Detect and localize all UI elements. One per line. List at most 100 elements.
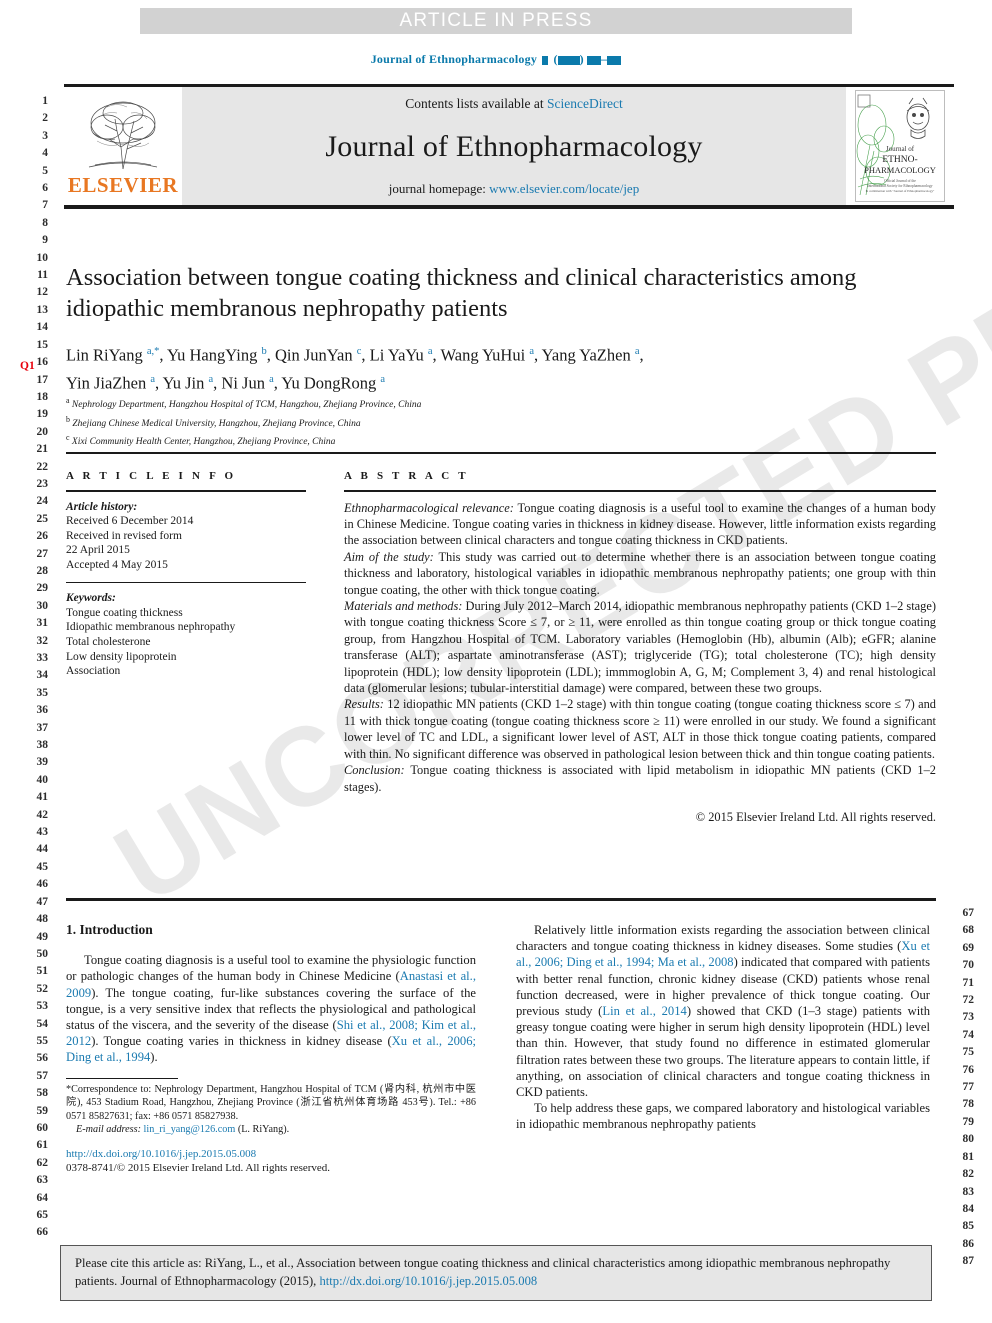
author-block-divider [66,452,936,454]
svg-text:Official Journal of the: Official Journal of the [884,179,916,183]
sciencedirect-link[interactable]: ScienceDirect [547,96,623,111]
doi-link[interactable]: http://dx.doi.org/10.1016/j.jep.2015.05.… [66,1148,256,1160]
line-number: 52 [36,982,49,995]
line-number: 15 [36,338,49,351]
svg-text:International Society for Ethn: International Society for Ethnopharmacol… [867,184,932,188]
line-number: 56 [36,1052,49,1065]
line-number: 62 [36,1156,49,1169]
line-number: 81 [962,1150,975,1163]
line-number: 58 [36,1087,49,1100]
line-number: 83 [962,1185,975,1198]
line-number: 26 [36,530,49,543]
line-number: 36 [36,704,49,717]
line-number: 27 [36,547,49,560]
abstract-copyright: © 2015 Elsevier Ireland Ltd. All rights … [695,809,936,824]
line-number: 50 [36,947,49,960]
journal-cover-icon: Journal of ETHNO- PHARMACOLOGY Official … [855,90,945,202]
affiliation-mark: a [66,396,70,405]
keywords-block: Keywords: Tongue coating thickness Idiop… [66,591,306,679]
issn-copyright-line: 0378-8741/© 2015 Elsevier Ireland Ltd. A… [66,1162,331,1175]
citation-link[interactable]: Anastasi et al., 2009 [66,969,476,999]
introduction-right-column: Relatively little information exists reg… [516,922,930,1133]
line-number: 44 [36,843,49,856]
line-number: 53 [36,1000,49,1013]
line-number: 64 [36,1191,49,1204]
abstract-section: Ethnopharmacological relevance: Tongue c… [344,500,936,549]
citation-link[interactable]: Xu et al., 2006; Ding et al., 1994 [66,1034,476,1064]
abstract-section-label: Aim of the study: [344,549,434,564]
elsevier-tree-icon [88,101,158,169]
line-number: 59 [36,1104,49,1117]
affiliation-item: b Zhejiang Chinese Medical University, H… [66,414,361,429]
abstract-section-text: 12 idiopathic MN patients (CKD 1–2 stage… [344,697,936,761]
email-link[interactable]: lin_ri_yang@126.com [144,1124,236,1135]
line-number: 76 [962,1063,975,1076]
line-number: 35 [36,686,49,699]
homepage-line: journal homepage: www.elsevier.com/locat… [389,181,639,197]
abstract-section-label: Conclusion: [344,763,405,778]
citation-link[interactable]: Xu et al., 2006; Ding et al., 1994; Ma e… [516,939,930,969]
journal-homepage-link[interactable]: www.elsevier.com/locate/jep [489,181,639,196]
abstract-section-text: Tongue coating thickness is associated w… [344,763,936,794]
introduction-heading: 1. Introduction [66,922,153,937]
citation-doi-link[interactable]: http://dx.doi.org/10.1016/j.jep.2015.05.… [319,1274,537,1288]
line-number: 43 [36,826,49,839]
line-number: 68 [962,924,975,937]
line-number: 31 [36,617,49,630]
citation-link[interactable]: Lin et al., 2014 [602,1004,686,1018]
footnote-rule [66,1077,178,1080]
line-number: 9 [42,234,48,247]
svg-text:In combination with "Journal o: In combination with "Journal of Ethnopha… [866,189,935,193]
masthead-center: Contents lists available at ScienceDirec… [182,87,846,205]
line-number: 63 [36,1174,49,1187]
article-history-item: 22 April 2015 [66,544,130,557]
line-number: 2 [42,112,48,125]
elsevier-wordmark: ELSEVIER [67,172,179,197]
line-number: 57 [36,1069,49,1082]
line-number: 46 [36,878,49,891]
line-number: 55 [36,1034,49,1047]
line-number: 18 [36,390,49,403]
running-head-journal: Journal of Ethnopharmacology [370,52,538,66]
line-number: 71 [962,976,975,989]
line-number: 41 [36,791,49,804]
correspondence-footnote: *Correspondence to: Nephrology Departmen… [66,1083,476,1136]
query-marker-q1[interactable]: Q1 [20,360,35,372]
line-number: 13 [36,303,49,316]
abstract-bottom-rule [66,898,936,901]
line-number: 17 [36,373,49,386]
line-numbers-left: 1 2 3 4 5 6 7 8 9 10 11 12 13 14 15 16 17 18 19 20 21 22 23 24 2… [22,93,49,1242]
placeholder-block-icon [557,55,580,65]
paragraph: Tongue coating diagnosis is a useful too… [66,953,477,1065]
journal-title: Journal of Ethnopharmacology [325,129,703,163]
line-number: 78 [962,1098,975,1111]
affiliation-item: c Xixi Community Health Center, Hangzhou… [66,433,336,448]
line-number: 51 [36,965,49,978]
keyword-item: Idiopathic membranous nephropathy [66,621,236,634]
article-proof-page: ARTICLE IN PRESS Journal of Ethnopharmac… [0,0,992,1323]
line-number: 65 [36,1209,49,1221]
line-number: 60 [36,1121,49,1134]
line-number: 10 [36,251,49,264]
placeholder-block-icon [587,55,602,65]
line-number: 77 [962,1081,975,1094]
author-line-1: Lin RiYang a,*, Yu HangYing b, Qin JunYa… [66,345,644,365]
line-number: 82 [962,1168,975,1181]
keyword-item: Tongue coating thickness [66,606,183,619]
masthead-bottom-rule [64,205,954,209]
keywords-rule [66,581,306,584]
line-number: 72 [962,994,975,1007]
abstract-section-label: Materials and methods: [344,599,463,614]
line-number: 48 [36,913,49,926]
line-number: 69 [962,941,975,954]
line-number: 80 [962,1133,975,1146]
line-number: 11 [37,269,48,282]
line-number: 47 [36,895,49,908]
line-number: 49 [36,930,49,943]
line-number: 33 [36,652,49,664]
citation-footer-box: Please cite this article as: RiYang, L.,… [60,1245,932,1301]
article-history-item: Received in revised form [66,529,182,542]
article-history-item: Received 6 December 2014 [66,515,194,528]
line-number: 39 [36,756,49,769]
line-number: 75 [962,1046,975,1059]
